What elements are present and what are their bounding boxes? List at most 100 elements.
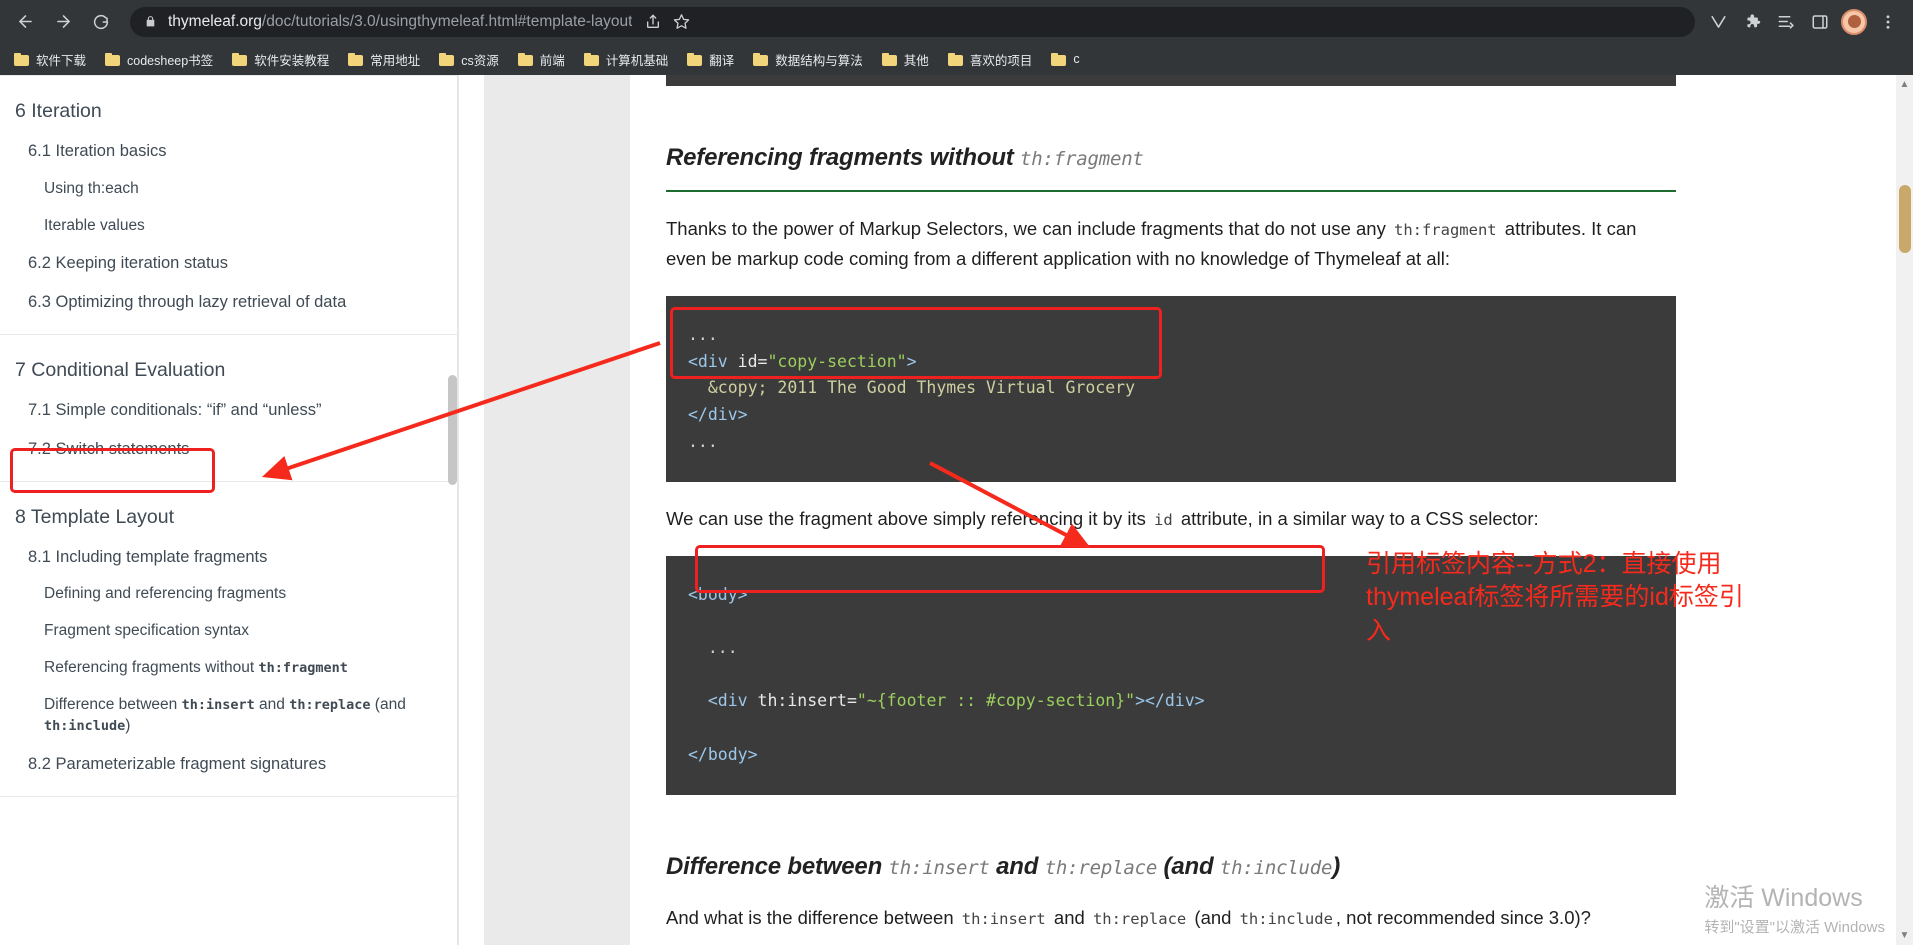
sidebar-item-iterable-values[interactable]: Iterable values (36, 208, 458, 245)
page-scroll-strip (462, 75, 939, 945)
sidepanel-icon[interactable] (1805, 7, 1835, 37)
sidebar-item-using-theach[interactable]: Using th:each (36, 171, 458, 208)
folder-icon (14, 52, 29, 66)
bookmark-label: 前端 (539, 53, 565, 68)
code-value-footer-copysection: "~{footer :: #copy-section}" (856, 691, 1136, 711)
sidebar-item-defining-referencing-fragments[interactable]: Defining and referencing fragments (36, 576, 458, 613)
sidebar-item-switch-statements[interactable]: 7.2 Switch statements (20, 430, 458, 468)
toc-group: 8 Template Layout 8.1 Including template… (0, 482, 458, 798)
code-block-fragment-definition: ... <div id="copy-section"> &copy; 2011 … (666, 295, 1676, 482)
document-content: Referencing fragments without th:fragmen… (630, 75, 1895, 945)
code-tag-div-open: <div (688, 351, 728, 371)
toc-sidebar[interactable]: 6 Iteration 6.1 Iteration basics Using t… (0, 75, 458, 945)
code-tag-close-bracket: > (906, 351, 917, 371)
back-arrow-icon[interactable] (10, 7, 40, 37)
code-tag-div-end: </div> (688, 405, 748, 425)
annotation-note-line2: thymeleaf标签将所需要的id标签引 (1366, 583, 1744, 612)
bookmark-item[interactable]: 计算机基础 (576, 46, 677, 72)
folder-icon (232, 52, 248, 66)
bookmark-item[interactable]: cs资源 (431, 46, 507, 72)
forward-arrow-icon[interactable] (48, 7, 78, 37)
sidebar-item-including-template-fragments[interactable]: 8.1 Including template fragments (20, 538, 458, 576)
heading-text: Referencing fragments without (666, 144, 1021, 171)
inline-code-id: id (1154, 510, 1173, 529)
bookmark-item[interactable]: 翻译 (679, 46, 742, 72)
bookmark-label: 数据结构与算法 (775, 53, 863, 68)
bookmark-item[interactable]: 喜欢的项目 (940, 46, 1041, 72)
paragraph2-text-b: attribute, in a similar way to a CSS sel… (1175, 507, 1539, 529)
paragraph-usage: We can use the fragment above simply ref… (666, 504, 1678, 534)
share-icon[interactable] (640, 9, 666, 35)
bookmark-label: 常用地址 (370, 53, 421, 68)
bookmark-label: 喜欢的项目 (969, 53, 1033, 68)
reload-icon[interactable] (86, 7, 116, 37)
folder-icon (439, 52, 455, 66)
sidebar-item-referencing-fragments-without-thfragment[interactable]: Referencing fragments without th:fragmen… (36, 650, 458, 687)
three-dot-menu-icon[interactable] (1873, 7, 1903, 37)
sidebar-item-parameterizable-fragment-signatures[interactable]: 8.2 Parameterizable fragment signatures (20, 745, 458, 783)
bookmark-item[interactable]: codesheep书签 (97, 46, 221, 72)
page-scrollbar-thumb[interactable] (1899, 185, 1911, 253)
bookmark-label: 其他 (903, 53, 929, 68)
folder-icon (105, 52, 121, 66)
folder-icon (517, 52, 533, 66)
code-block-top-remnant (666, 75, 1676, 86)
bookmark-item[interactable]: 其他 (874, 46, 937, 72)
paragraph3-text-a: And what is the difference between (666, 906, 959, 928)
scroll-up-arrow-icon[interactable]: ▲ (1898, 78, 1911, 91)
reading-list-icon[interactable] (1771, 7, 1801, 37)
paragraph-text-a: Thanks to the power of Markup Selectors,… (666, 218, 1391, 239)
toc-group: 6 Iteration 6.1 Iteration basics Using t… (0, 75, 458, 335)
page-scrollbar-track[interactable]: ▲ ▼ (1896, 75, 1913, 945)
bookmark-label: 软件下载 (36, 53, 87, 68)
bookmark-item[interactable]: 常用地址 (340, 46, 428, 72)
sidebar-item-template-layout[interactable]: 8 Template Layout (7, 496, 458, 538)
sidebar-item-iteration[interactable]: 6 Iteration (7, 90, 458, 132)
toc-group: 7 Conditional Evaluation 7.1 Simple cond… (0, 335, 458, 482)
folder-icon (947, 52, 963, 66)
sidebar-divider (457, 75, 459, 945)
bookmark-item[interactable]: 软件下载 (6, 46, 94, 72)
paragraph3-text-c: (and (1189, 906, 1237, 928)
code-tag-div-insert-close: ></div> (1135, 691, 1205, 711)
page-viewport: 6 Iteration 6.1 Iteration basics Using t… (0, 75, 1913, 945)
code-tag-body-open: <body> (688, 584, 748, 604)
heading2-code-thinsert: th:insert (888, 856, 990, 879)
paragraph3-text-d: , not recommended since 3.0)? (1335, 906, 1591, 928)
inline-code-thinsert: th:insert (961, 909, 1046, 928)
heading2-text-b: and (989, 852, 1045, 880)
code-line-dots-bottom: ... (688, 431, 718, 451)
bookmark-label: c (1073, 52, 1080, 66)
puzzle-extension-icon[interactable] (1737, 7, 1767, 37)
folder-icon (881, 52, 897, 66)
profile-avatar[interactable] (1839, 7, 1869, 37)
sidebar-item-difference-insert-replace[interactable]: Difference between th:insert and th:repl… (36, 687, 458, 745)
star-icon[interactable] (668, 9, 694, 35)
sidebar-item-keeping-iteration-status[interactable]: 6.2 Keeping iteration status (20, 244, 458, 282)
sidebar-item-simple-conditionals[interactable]: 7.1 Simple conditionals: “if” and “unles… (20, 391, 458, 429)
folder-icon (348, 52, 364, 66)
paragraph-difference: And what is the difference between th:in… (666, 903, 1678, 933)
v-badge-icon[interactable] (1703, 7, 1733, 37)
heading2-text-c: (and (1157, 852, 1220, 880)
url-text: thymeleaf.org/doc/tutorials/3.0/usingthy… (168, 13, 632, 31)
bookmark-label: 软件安装教程 (254, 53, 330, 68)
bookmark-item[interactable]: c (1043, 46, 1087, 72)
bookmark-label: 计算机基础 (605, 53, 669, 68)
heading2-code-threplace: th:replace (1044, 856, 1158, 879)
bookmark-label: cs资源 (461, 53, 499, 68)
sidebar-item-iteration-basics[interactable]: 6.1 Iteration basics (20, 132, 458, 170)
sidebar-item-fragment-specification-syntax[interactable]: Fragment specification syntax (36, 613, 458, 650)
page-title: Referencing fragments without th:fragmen… (666, 144, 1726, 172)
code-attr-thinsert: th:insert= (747, 691, 857, 711)
address-bar[interactable]: thymeleaf.org/doc/tutorials/3.0/usingthy… (130, 6, 1695, 37)
bookmark-item[interactable]: 软件安装教程 (224, 46, 337, 72)
url-path: /doc/tutorials/3.0/usingthymeleaf.html#t… (261, 12, 633, 30)
sidebar-item-optimizing-lazy-retrieval[interactable]: 6.3 Optimizing through lazy retrieval of… (20, 283, 458, 321)
code-tag-div-insert-open: <div (707, 691, 748, 711)
bookmark-item[interactable]: 前端 (510, 46, 573, 72)
scroll-down-arrow-icon[interactable]: ▼ (1898, 929, 1911, 942)
sidebar-scrollbar-thumb[interactable] (448, 375, 457, 485)
sidebar-item-conditional-evaluation[interactable]: 7 Conditional Evaluation (7, 349, 458, 391)
bookmark-item[interactable]: 数据结构与算法 (745, 46, 871, 72)
